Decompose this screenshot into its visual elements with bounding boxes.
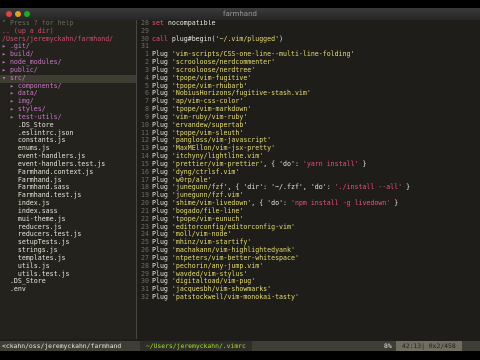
plug-keyword: Plug bbox=[152, 191, 168, 200]
plugin-name-string: 'prettier/vim-prettier' bbox=[171, 159, 264, 168]
plug-keyword: Plug bbox=[152, 175, 168, 184]
plugin-name-string: 'vim-ruby/vim-ruby' bbox=[171, 112, 248, 121]
nerdtree-pane[interactable]: " Press ? for help .. (up a dir) /Users/… bbox=[0, 20, 136, 339]
plug-keyword: Plug bbox=[152, 136, 168, 145]
plugin-name-string: 'junegunn/fzf.vim' bbox=[171, 191, 244, 200]
plugin-name-string: 'mhinz/vim-startify' bbox=[171, 238, 252, 247]
plugin-name-string: 'dyng/ctrlsf.vim' bbox=[171, 167, 240, 176]
plug-keyword: Plug bbox=[152, 128, 168, 137]
plugin-options: , { 'do': bbox=[251, 199, 291, 208]
window-title: farmhand bbox=[223, 10, 257, 18]
plugin-name-string: 'MaxMEllon/vim-jsx-pretty' bbox=[171, 144, 276, 153]
plugin-command-string: 'yarn install' bbox=[302, 159, 359, 168]
plugin-command-string: 'npm install -g livedown' bbox=[290, 199, 391, 208]
plugin-name-string: 'jacquesbh/vim-showmarks' bbox=[171, 285, 272, 294]
plug-keyword: Plug bbox=[152, 159, 168, 168]
plug-keyword: Plug bbox=[152, 285, 168, 294]
code-string: '~/.vim/plugged' bbox=[215, 34, 280, 43]
plug-keyword: Plug bbox=[152, 167, 168, 176]
plugin-name-string: 'pangloss/vim-javascript' bbox=[171, 136, 272, 145]
plug-keyword: Plug bbox=[152, 214, 168, 223]
editor-pane[interactable]: 28 set nocompatible 29 30 call plug#begin('~… bbox=[137, 20, 480, 339]
code-keyword: set bbox=[152, 20, 164, 27]
plugin-options-end: } bbox=[358, 159, 367, 168]
code-keyword: call bbox=[152, 34, 168, 43]
plugin-name-string: 'itchyny/lightline.vim' bbox=[171, 152, 264, 161]
plugin-name-string: 'ap/vim-css-color' bbox=[171, 97, 244, 106]
plugin-name-string: 'tpope/vim-eunuch' bbox=[171, 214, 244, 223]
plug-keyword: Plug bbox=[152, 292, 168, 301]
terminal[interactable]: " Press ? for help .. (up a dir) /Users/… bbox=[0, 20, 480, 341]
plugin-name-string: 'vim-scripts/CSS-one-line--multi-line-fo… bbox=[171, 50, 355, 59]
plugin-options: , { 'dir': '~/.fzf', 'do': bbox=[227, 183, 335, 192]
plugin-name-string: 'scrooloose/nerdcommenter' bbox=[171, 58, 276, 67]
status-line: <ckahn/oss/jeremyckahn/farmhand ~/Users/… bbox=[0, 341, 480, 351]
plug-keyword: Plug bbox=[152, 97, 168, 106]
plug-keyword: Plug bbox=[152, 120, 168, 129]
plugin-command-string: './install --all' bbox=[334, 183, 403, 192]
plug-keyword: Plug bbox=[152, 89, 168, 98]
status-percent: 8% bbox=[384, 342, 392, 350]
plugin-name-string: 'tpope/vim-sleuth' bbox=[171, 128, 244, 137]
plugin-options-end: } bbox=[402, 183, 411, 192]
plug-keyword: Plug bbox=[152, 50, 168, 59]
plugin-name-string: 'pechorin/any-jump.vim' bbox=[171, 261, 264, 270]
plug-keyword: Plug bbox=[152, 269, 168, 278]
plug-keyword: Plug bbox=[152, 238, 168, 247]
plugin-name-string: 'tpope/vim-markdown' bbox=[171, 105, 252, 114]
plug-keyword: Plug bbox=[152, 253, 168, 262]
code-line[interactable]: 28 set nocompatible bbox=[137, 20, 480, 28]
plug-keyword: Plug bbox=[152, 81, 168, 90]
plug-keyword: Plug bbox=[152, 65, 168, 74]
plugin-name-string: 'tpope/vim-rhubarb' bbox=[171, 81, 248, 90]
plug-keyword: Plug bbox=[152, 144, 168, 153]
plug-keyword: Plug bbox=[152, 230, 168, 239]
plugin-name-string: 'junegunn/fzf' bbox=[171, 183, 228, 192]
plugin-options: , { 'do': bbox=[263, 159, 303, 168]
plug-keyword: Plug bbox=[152, 112, 168, 121]
plugin-name-string: 'digitaltoad/vim-pug' bbox=[171, 277, 256, 286]
plug-keyword: Plug bbox=[152, 73, 168, 82]
plug-keyword: Plug bbox=[152, 152, 168, 161]
plug-keyword: Plug bbox=[152, 222, 168, 231]
status-cwd: <ckahn/oss/jeremyckahn/farmhand bbox=[2, 342, 122, 350]
plugin-options-end: } bbox=[390, 199, 399, 208]
window-titlebar: farmhand bbox=[0, 8, 480, 20]
status-cursor-position: 42:13| 0x2/458 bbox=[396, 341, 462, 351]
plug-keyword: Plug bbox=[152, 261, 168, 270]
plug-keyword: Plug bbox=[152, 183, 168, 192]
plugin-name-string: 'scrooloose/nerdtree' bbox=[171, 65, 256, 74]
plugin-name-string: 'patstockwell/vim-monokai-tasty' bbox=[171, 292, 299, 301]
code-function: plug#begin( bbox=[167, 34, 216, 43]
status-filename: ~/Users/jeremyckahn/.vimrc bbox=[140, 341, 252, 351]
plugin-name-string: 'w0rp/ale' bbox=[171, 175, 212, 184]
plugin-name-string: 'bogado/file-line' bbox=[171, 206, 244, 215]
tree-file[interactable]: .env bbox=[0, 285, 136, 294]
code-line[interactable]: 32 Plug 'patstockwell/vim-monokai-tasty' bbox=[137, 292, 480, 302]
plugin-name-string: 'ntpeters/vim-better-whitespace' bbox=[171, 253, 299, 262]
plug-keyword: Plug bbox=[152, 246, 168, 255]
code-text: ) bbox=[279, 34, 284, 43]
plug-keyword: Plug bbox=[152, 206, 168, 215]
plug-keyword: Plug bbox=[152, 277, 168, 286]
code-line[interactable]: 30 call plug#begin('~/.vim/plugged') bbox=[137, 34, 480, 44]
code-text: nocompatible bbox=[163, 20, 216, 27]
plug-keyword: Plug bbox=[152, 58, 168, 67]
plugin-name-string: 'machakann/vim-highlightedyank' bbox=[171, 246, 295, 255]
plugin-name-string: 'wavded/vim-stylus' bbox=[171, 269, 248, 278]
plugin-name-string: 'tpope/vim-fugitive' bbox=[171, 73, 252, 82]
plugin-name-string: 'NobiusHorizons/fugitive-stash.vim' bbox=[171, 89, 311, 98]
line-number: 32 bbox=[141, 292, 149, 301]
plugin-name-string: 'ervandew/supertab' bbox=[171, 120, 248, 129]
plug-keyword: Plug bbox=[152, 105, 168, 114]
plug-keyword: Plug bbox=[152, 199, 168, 208]
plugin-name-string: 'moll/vim-node' bbox=[171, 230, 232, 239]
plugin-name-string: 'shime/vim-livedown' bbox=[171, 199, 252, 208]
plugin-name-string: 'editorconfig/editorconfig-vim' bbox=[171, 222, 295, 231]
